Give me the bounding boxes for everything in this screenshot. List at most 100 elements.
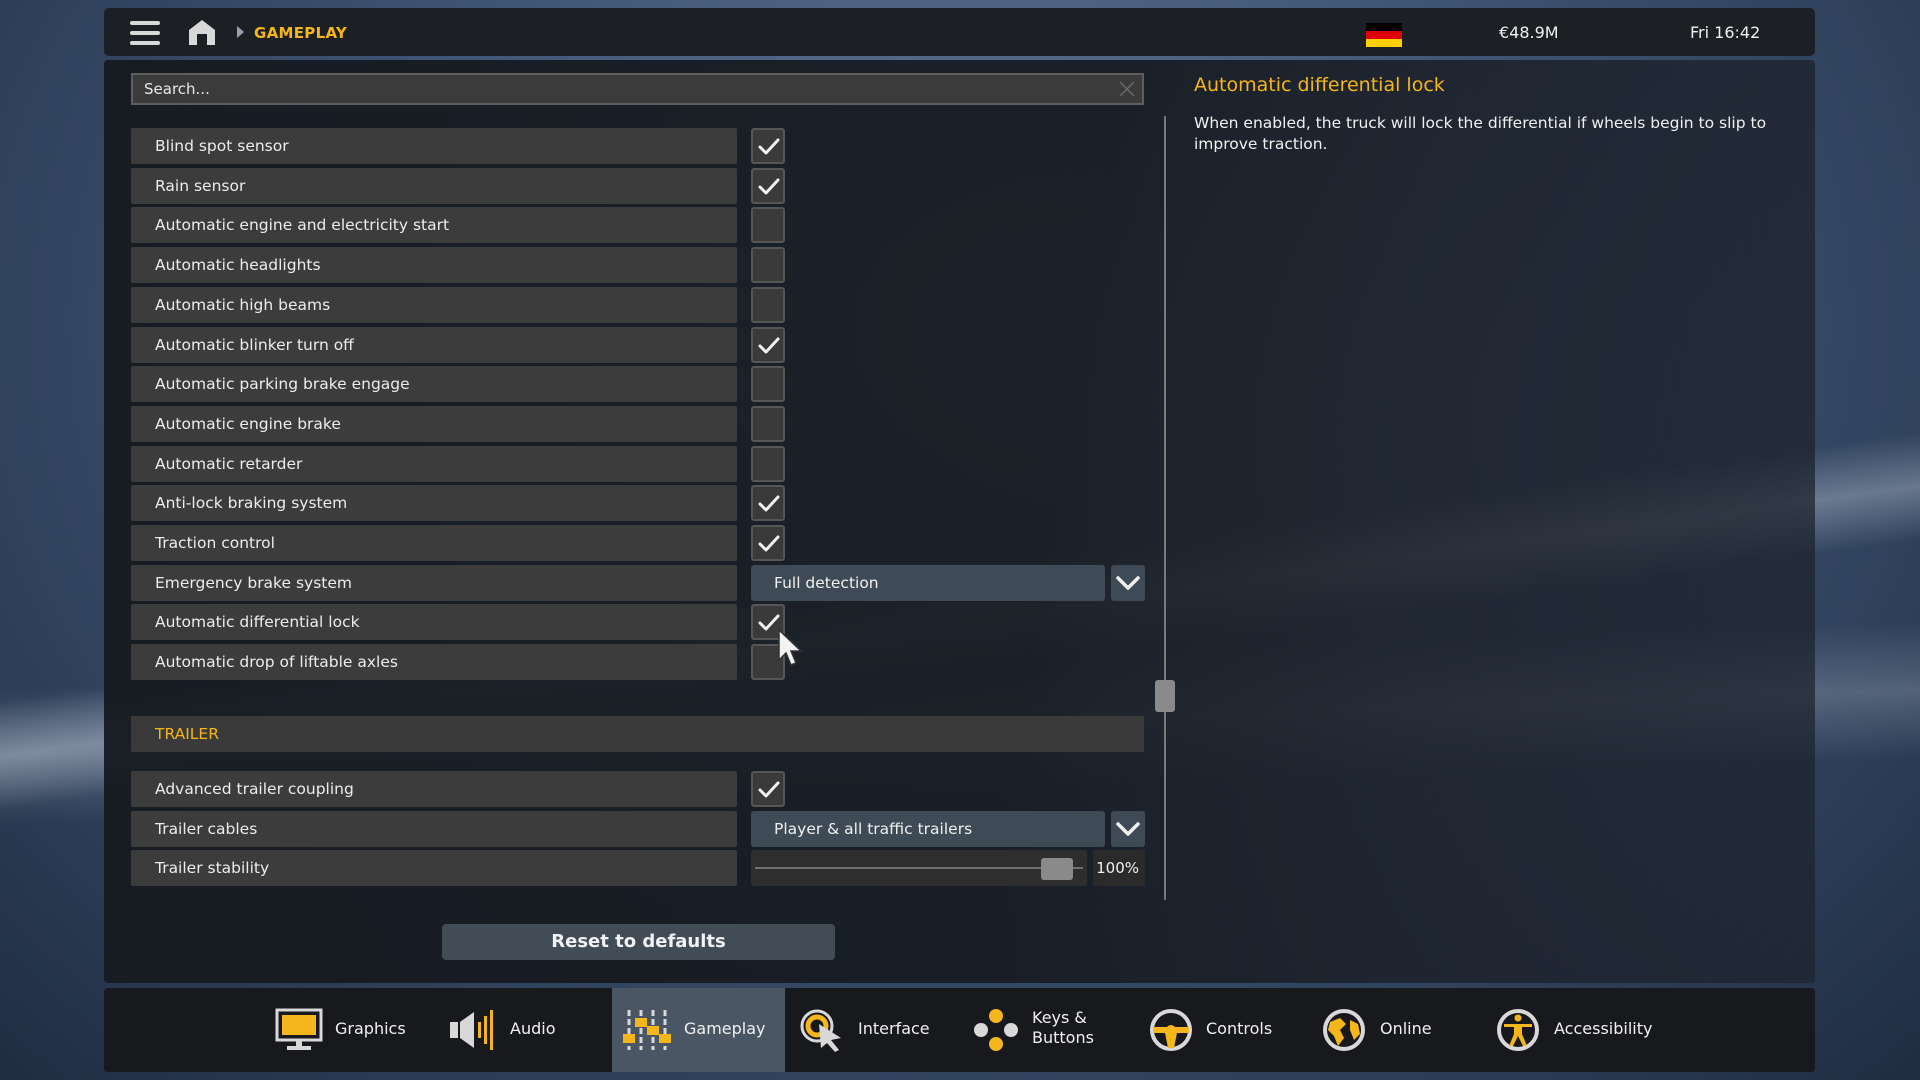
reset-to-defaults-button[interactable]: Reset to defaults <box>442 924 835 960</box>
checkbox-traction-control[interactable] <box>751 525 785 561</box>
tab-online[interactable]: Online <box>1318 988 1448 1072</box>
dropdown-selected-value: Full detection <box>774 574 879 592</box>
setting-row-advanced-trailer-coupling: Advanced trailer coupling <box>131 771 737 807</box>
checkmark-icon <box>758 138 780 155</box>
setting-row-blind-spot-sensor: Blind spot sensor <box>131 128 737 164</box>
setting-row-trailer-cables: Trailer cables <box>131 811 737 847</box>
speaker-icon <box>448 1008 496 1056</box>
buttons-icon <box>972 1008 1020 1056</box>
setting-row-automatic-parking-brake-engage: Automatic parking brake engage <box>131 366 737 402</box>
globe-icon <box>1320 1008 1368 1056</box>
monitor-icon <box>275 1008 323 1056</box>
setting-label: Automatic drop of liftable axles <box>155 653 398 671</box>
tab-accessibility[interactable]: Accessibility <box>1492 988 1662 1072</box>
home-icon[interactable] <box>188 19 216 45</box>
tab-label-line: Buttons <box>1032 1028 1094 1047</box>
checkbox-advanced-trailer-coupling[interactable] <box>751 771 785 807</box>
pointer-click-icon <box>799 1008 847 1056</box>
tab-interface[interactable]: Interface <box>797 988 937 1072</box>
info-description: When enabled, the truck will lock the di… <box>1194 114 1767 153</box>
setting-row-automatic-retarder: Automatic retarder <box>131 446 737 482</box>
accessibility-icon <box>1494 1008 1542 1056</box>
checkbox-automatic-retarder[interactable] <box>751 446 785 482</box>
setting-label: Rain sensor <box>155 177 246 195</box>
setting-label: Automatic parking brake engage <box>155 375 410 393</box>
dropdown-emergency-brake-system[interactable]: Full detection <box>751 565 1105 601</box>
tab-graphics[interactable]: Graphics <box>275 988 415 1072</box>
mouse-cursor-icon <box>778 628 803 666</box>
checkbox-automatic-engine-and-electricity-start[interactable] <box>751 207 785 243</box>
setting-row-rain-sensor: Rain sensor <box>131 168 737 204</box>
checkbox-blind-spot-sensor[interactable] <box>751 128 785 164</box>
clear-search-icon[interactable] <box>1118 80 1136 98</box>
setting-row-trailer-stability: Trailer stability <box>131 850 737 886</box>
breadcrumb-current: GAMEPLAY <box>254 24 348 42</box>
section-title: TRAILER <box>155 725 219 743</box>
setting-label: Anti-lock braking system <box>155 494 348 512</box>
menu-icon[interactable] <box>130 21 160 45</box>
tab-keys-and-buttons[interactable]: Keys & Buttons <box>970 988 1110 1072</box>
checkbox-rain-sensor[interactable] <box>751 168 785 204</box>
section-header-trailer: TRAILER <box>131 716 1144 752</box>
breadcrumb-arrow-icon <box>237 26 244 38</box>
language-flag-icon[interactable] <box>1366 23 1402 47</box>
setting-label: Advanced trailer coupling <box>155 780 354 798</box>
chevron-down-icon <box>1116 822 1140 836</box>
setting-label: Trailer cables <box>155 820 258 838</box>
slider-track <box>755 867 1083 869</box>
tab-label: Graphics <box>335 1019 406 1038</box>
setting-label: Emergency brake system <box>155 574 352 592</box>
setting-label: Automatic engine and electricity start <box>155 216 450 234</box>
dropdown-toggle-trailer-cables[interactable] <box>1111 811 1145 847</box>
slider-trailer-stability[interactable] <box>751 850 1087 886</box>
tab-label-line: Keys & <box>1032 1008 1087 1027</box>
setting-row-automatic-engine-brake: Automatic engine brake <box>131 406 737 442</box>
tab-label: Accessibility <box>1554 1019 1653 1038</box>
dropdown-selected-value: Player & all traffic trailers <box>774 820 973 838</box>
dropdown-trailer-cables[interactable]: Player & all traffic trailers <box>751 811 1105 847</box>
tab-label: Online <box>1380 1019 1432 1038</box>
setting-label: Traction control <box>155 534 275 552</box>
checkmark-icon <box>758 781 780 798</box>
setting-label: Blind spot sensor <box>155 137 289 155</box>
dropdown-toggle-emergency-brake-system[interactable] <box>1111 565 1145 601</box>
steering-wheel-icon <box>1147 1008 1195 1056</box>
setting-label: Automatic high beams <box>155 296 331 314</box>
scrollbar-thumb[interactable] <box>1155 680 1175 712</box>
checkbox-anti-lock-braking-system[interactable] <box>751 485 785 521</box>
checkbox-automatic-blinker-turn-off[interactable] <box>751 327 785 363</box>
checkbox-automatic-engine-brake[interactable] <box>751 406 785 442</box>
tab-label: Keys & Buttons <box>1032 1008 1094 1048</box>
checkbox-automatic-headlights[interactable] <box>751 247 785 283</box>
setting-row-automatic-high-beams: Automatic high beams <box>131 287 737 323</box>
setting-row-anti-lock-braking-system: Anti-lock braking system <box>131 485 737 521</box>
chevron-down-icon <box>1116 576 1140 590</box>
checkmark-icon <box>758 535 780 552</box>
checkmark-icon <box>758 178 780 195</box>
checkbox-automatic-parking-brake-engage[interactable] <box>751 366 785 402</box>
checkbox-automatic-high-beams[interactable] <box>751 287 785 323</box>
setting-row-emergency-brake-system: Emergency brake system <box>131 565 737 601</box>
sliders-icon <box>623 1008 671 1056</box>
slider-thumb[interactable] <box>1041 858 1073 880</box>
setting-label: Automatic headlights <box>155 256 321 274</box>
checkmark-icon <box>758 495 780 512</box>
setting-label: Automatic blinker turn off <box>155 336 354 354</box>
setting-row-traction-control: Traction control <box>131 525 737 561</box>
setting-label: Trailer stability <box>155 859 270 877</box>
tab-gameplay[interactable]: Gameplay <box>612 988 785 1072</box>
slider-value: 100% <box>1093 850 1145 886</box>
search-input[interactable] <box>131 73 1144 105</box>
setting-label: Automatic engine brake <box>155 415 341 433</box>
tab-controls[interactable]: Controls <box>1145 988 1275 1072</box>
setting-row-automatic-differential-lock: Automatic differential lock <box>131 604 737 640</box>
tab-audio[interactable]: Audio <box>448 988 568 1072</box>
checkmark-icon <box>758 337 780 354</box>
info-title: Automatic differential lock <box>1194 74 1445 96</box>
setting-row-automatic-blinker-turn-off: Automatic blinker turn off <box>131 327 737 363</box>
setting-row-automatic-headlights: Automatic headlights <box>131 247 737 283</box>
top-bar: GAMEPLAY €48.9M Fri 16:42 <box>104 8 1815 56</box>
scrollbar-track[interactable] <box>1164 116 1166 900</box>
money-balance: €48.9M <box>1499 23 1559 42</box>
setting-label: Automatic retarder <box>155 455 303 473</box>
